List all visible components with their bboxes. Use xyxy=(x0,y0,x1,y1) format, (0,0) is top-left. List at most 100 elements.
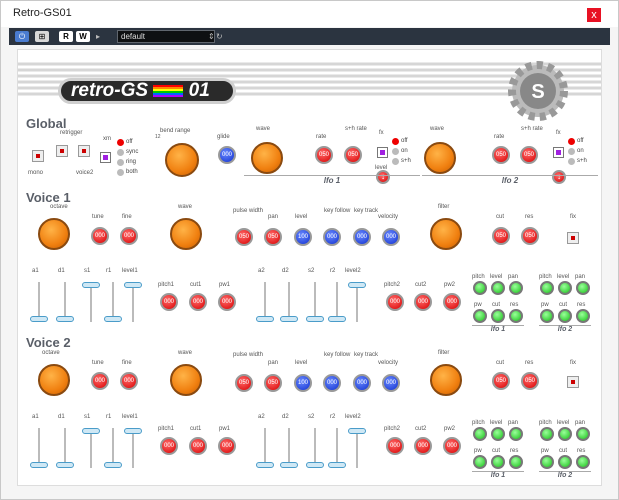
v1-res-button[interactable]: 050 xyxy=(521,227,539,245)
v1-cut-button[interactable]: 050 xyxy=(492,227,510,245)
v1-r2-fader[interactable] xyxy=(328,282,346,326)
v2-level1-fader[interactable] xyxy=(124,428,142,472)
voice2-switch[interactable] xyxy=(78,145,90,157)
v2-fix-switch[interactable] xyxy=(567,376,579,388)
v1-octave-knob[interactable] xyxy=(38,218,70,250)
v1-level2-fader[interactable] xyxy=(348,282,366,326)
v1-filter-knob[interactable] xyxy=(430,218,462,250)
lfo2-wave-knob[interactable] xyxy=(424,142,456,174)
v1-fine-button[interactable]: 000 xyxy=(120,227,138,245)
write-button[interactable]: W xyxy=(76,31,90,42)
v1-lfo2-res-button[interactable] xyxy=(576,309,590,323)
v2-pitch2-button[interactable]: 000 xyxy=(386,437,404,455)
v2-fine-button[interactable]: 000 xyxy=(120,372,138,390)
preset-field[interactable]: default xyxy=(117,30,215,43)
v1-lfo1-cut-button[interactable] xyxy=(491,309,505,323)
v2-keyfollow-button[interactable]: 000 xyxy=(323,374,341,392)
v2-level-button[interactable]: 100 xyxy=(294,374,312,392)
xm-selector[interactable] xyxy=(100,152,111,163)
v2-level2-fader[interactable] xyxy=(348,428,366,472)
v1-lfo2-pitch-button[interactable] xyxy=(540,281,554,295)
v2-wave-knob[interactable] xyxy=(170,364,202,396)
v1-level1-fader[interactable] xyxy=(124,282,142,326)
v2-lfo1-pitch-button[interactable] xyxy=(473,427,487,441)
v1-r1-fader[interactable] xyxy=(104,282,122,326)
v2-pw1-button[interactable]: 000 xyxy=(218,437,236,455)
v1-lfo2-cut-button[interactable] xyxy=(558,309,572,323)
v1-keyfollow-button[interactable]: 000 xyxy=(323,228,341,246)
lfo1-fx-selector[interactable] xyxy=(377,147,388,158)
v2-lfo1-pw-button[interactable] xyxy=(473,455,487,469)
v1-s2-fader[interactable] xyxy=(306,282,324,326)
v1-wave-knob[interactable] xyxy=(170,218,202,250)
v2-lfo2-pan-button[interactable] xyxy=(576,427,590,441)
v2-d2-fader[interactable] xyxy=(280,428,298,472)
read-button[interactable]: R xyxy=(59,31,73,42)
v2-velocity-button[interactable]: 000 xyxy=(382,374,400,392)
v1-lfo2-pan-button[interactable] xyxy=(576,281,590,295)
v2-lfo1-pan-button[interactable] xyxy=(509,427,523,441)
v1-pitch2-button[interactable]: 000 xyxy=(386,293,404,311)
lfo1-rate-button[interactable]: 050 xyxy=(315,146,333,164)
lfo1-sh-led[interactable] xyxy=(392,158,399,165)
v2-a1-fader[interactable] xyxy=(30,428,48,472)
v2-pw2-button[interactable]: 000 xyxy=(443,437,461,455)
v2-a2-fader[interactable] xyxy=(256,428,274,472)
glide-button[interactable]: 000 xyxy=(218,146,236,164)
preset-spin-icon[interactable]: ⇕ xyxy=(208,31,215,42)
lfo2-sh-button[interactable]: 050 xyxy=(520,146,538,164)
lfo1-on-led[interactable] xyxy=(392,148,399,155)
xm-off-led[interactable] xyxy=(117,139,124,146)
v1-a2-fader[interactable] xyxy=(256,282,274,326)
retrigger-switch[interactable] xyxy=(56,145,68,157)
v2-filter-knob[interactable] xyxy=(430,364,462,396)
v1-cut2-button[interactable]: 000 xyxy=(414,293,432,311)
lfo1-wave-knob[interactable] xyxy=(251,142,283,174)
v1-pan-button[interactable]: 050 xyxy=(264,228,282,246)
v2-lfo1-cut-button[interactable] xyxy=(491,455,505,469)
v1-pw-button[interactable]: 050 xyxy=(235,228,253,246)
v1-pw2-button[interactable]: 000 xyxy=(443,293,461,311)
v2-pan-button[interactable]: 050 xyxy=(264,374,282,392)
v1-keytrack-button[interactable]: 000 xyxy=(353,228,371,246)
v1-lfo2-level-button[interactable] xyxy=(558,281,572,295)
options-button[interactable]: ⊞ xyxy=(35,31,49,42)
v1-lfo1-level-button[interactable] xyxy=(491,281,505,295)
bend-range-knob[interactable] xyxy=(165,143,199,177)
v1-d2-fader[interactable] xyxy=(280,282,298,326)
v2-res-button[interactable]: 050 xyxy=(521,372,539,390)
v1-pitch1-button[interactable]: 000 xyxy=(160,293,178,311)
lfo2-on-led[interactable] xyxy=(568,148,575,155)
v1-tune-button[interactable]: 000 xyxy=(91,227,109,245)
v2-cut-button[interactable]: 050 xyxy=(492,372,510,390)
v2-lfo2-res-button[interactable] xyxy=(576,455,590,469)
lfo2-sh-led[interactable] xyxy=(568,158,575,165)
v2-r2-fader[interactable] xyxy=(328,428,346,472)
v1-pw1-button[interactable]: 000 xyxy=(218,293,236,311)
v2-tune-button[interactable]: 000 xyxy=(91,372,109,390)
v1-lfo1-pan-button[interactable] xyxy=(509,281,523,295)
xm-ring-led[interactable] xyxy=(117,159,124,166)
v1-cut1-button[interactable]: 000 xyxy=(189,293,207,311)
v2-lfo1-level-button[interactable] xyxy=(491,427,505,441)
v1-fix-switch[interactable] xyxy=(567,232,579,244)
lfo2-off-led[interactable] xyxy=(568,138,575,145)
v2-cut1-button[interactable]: 000 xyxy=(189,437,207,455)
xm-both-led[interactable] xyxy=(117,169,124,176)
v2-lfo2-level-button[interactable] xyxy=(558,427,572,441)
v2-octave-knob[interactable] xyxy=(38,364,70,396)
v1-lfo1-pitch-button[interactable] xyxy=(473,281,487,295)
v2-r1-fader[interactable] xyxy=(104,428,122,472)
v1-lfo2-pw-button[interactable] xyxy=(540,309,554,323)
v2-keytrack-button[interactable]: 000 xyxy=(353,374,371,392)
v1-s1-fader[interactable] xyxy=(82,282,100,326)
v1-a1-fader[interactable] xyxy=(30,282,48,326)
v2-pitch1-button[interactable]: 000 xyxy=(160,437,178,455)
close-button[interactable]: x xyxy=(587,8,601,22)
lfo2-rate-button[interactable]: 050 xyxy=(492,146,510,164)
v1-lfo1-pw-button[interactable] xyxy=(473,309,487,323)
v2-lfo2-cut-button[interactable] xyxy=(558,455,572,469)
lfo1-sh-button[interactable]: 050 xyxy=(344,146,362,164)
v1-d1-fader[interactable] xyxy=(56,282,74,326)
v2-s1-fader[interactable] xyxy=(82,428,100,472)
